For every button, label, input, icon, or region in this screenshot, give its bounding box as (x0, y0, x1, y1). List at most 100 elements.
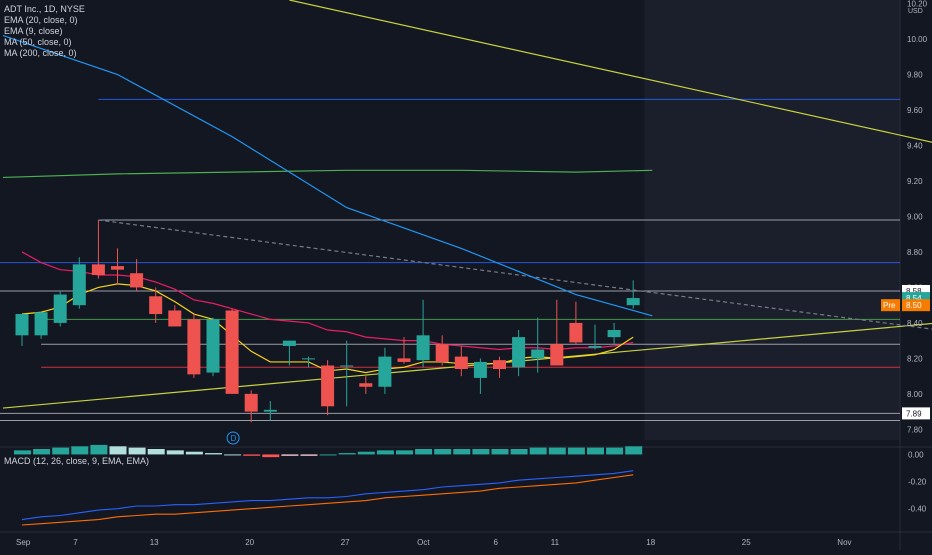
chart-root: D7.808.008.208.408.608.809.009.209.409.6… (0, 0, 932, 550)
macd-hist-bar-14 (281, 454, 299, 456)
macd-hist-bar-1 (33, 449, 51, 455)
candle-body-17 (340, 365, 354, 367)
candle-body-2 (53, 294, 67, 323)
macd-tick-1: -0.20 (908, 478, 927, 487)
ma200-line (2, 169, 653, 179)
macd-hist-bar-31 (606, 447, 624, 455)
macd-hist-bar-26 (510, 449, 528, 455)
macd-hist-bar-19 (376, 450, 394, 455)
candle-body-18 (359, 383, 373, 387)
macd-hist-bar-5 (109, 446, 127, 455)
macd-hist-bar-27 (529, 447, 547, 455)
candle-body-8 (168, 310, 182, 327)
candle-body-21 (416, 335, 430, 361)
price-tick-7: 9.20 (907, 177, 923, 186)
price-tick-0: 7.80 (907, 425, 923, 434)
macd-hist-bar-24 (472, 449, 490, 455)
ema9-legend[interactable]: EMA (9, close) (4, 26, 85, 37)
ma200-legend[interactable]: MA (200, close, 0) (4, 48, 85, 59)
candle-body-5 (111, 266, 124, 270)
time-tick-6: 6 (494, 538, 499, 547)
candle-body-32 (626, 298, 640, 306)
candle-body-25 (493, 360, 506, 370)
candle-body-27 (531, 349, 545, 359)
macd-hist-bar-18 (357, 451, 375, 455)
candle-body-4 (91, 264, 105, 275)
macd-hist-bar-22 (434, 449, 452, 455)
macd-hist-bar-20 (396, 450, 413, 455)
macd-hist-bar-29 (567, 447, 585, 455)
macd-tick-0: 0.00 (908, 450, 924, 459)
price-label-2: 8.50 (906, 301, 922, 310)
price-tick-8: 9.40 (907, 141, 923, 150)
candle-body-14 (282, 340, 296, 346)
price-tick-1: 8.00 (907, 390, 923, 399)
candle-body-3 (72, 264, 86, 306)
macd-hist-bar-4 (90, 444, 108, 455)
macd-hist-bar-30 (587, 447, 604, 455)
candle-body-31 (607, 330, 621, 338)
candle-body-1 (34, 312, 48, 336)
price-tick-9: 9.60 (907, 106, 923, 115)
symbol-title[interactable]: ADT Inc., 1D, NYSE (4, 4, 85, 15)
time-tick-10: Nov (837, 538, 851, 547)
candle-body-28 (550, 344, 564, 366)
candle-body-19 (378, 356, 392, 387)
price-tick-11: 10.00 (907, 35, 928, 44)
indicator-legend: ADT Inc., 1D, NYSE EMA (20, close, 0) EM… (4, 4, 85, 59)
macd-hist-bar-12 (243, 454, 261, 456)
ema20-legend[interactable]: EMA (20, close, 0) (4, 15, 85, 26)
candle-body-15 (302, 358, 315, 360)
macd-hist-bar-2 (52, 447, 70, 455)
signal-line (21, 474, 634, 526)
candle-body-30 (588, 345, 602, 348)
time-tick-7: 11 (551, 538, 560, 547)
macd-hist-bar-28 (548, 447, 566, 455)
macd-hist-bar-25 (491, 449, 509, 455)
time-tick-3: 20 (245, 538, 254, 547)
price-tick-6: 9.00 (907, 212, 923, 221)
candle-body-24 (473, 361, 487, 378)
macd-hist-bar-32 (625, 446, 643, 455)
candle-body-6 (130, 273, 144, 288)
candle-body-16 (321, 365, 335, 407)
candle-body-12 (244, 393, 258, 412)
dividend-marker-label: D (231, 434, 237, 443)
pre-tag-label: Pre (883, 301, 896, 310)
candle-body-9 (187, 319, 201, 375)
time-tick-2: 13 (150, 538, 159, 547)
candle-body-10 (206, 319, 220, 373)
macd-hist-bar-16 (319, 454, 337, 456)
candle-body-13 (263, 409, 277, 412)
candle-body-0 (15, 314, 29, 336)
time-tick-5: Oct (417, 538, 430, 547)
macd-hist-bar-6 (128, 447, 146, 455)
time-tick-8: 18 (646, 538, 655, 547)
macd-hist-bar-23 (453, 449, 471, 455)
macd-hist-bar-15 (300, 454, 318, 456)
macd-hist-bar-13 (262, 454, 280, 458)
currency-label: USD (908, 8, 923, 15)
time-tick-0: Sep (16, 538, 31, 547)
macd-hist-bar-17 (338, 453, 356, 455)
candle-body-23 (454, 356, 468, 370)
price-chart[interactable]: D7.808.008.208.408.608.809.009.209.409.6… (0, 0, 932, 550)
ma50-legend[interactable]: MA (50, close, 0) (4, 37, 85, 48)
macd-hist-bar-7 (147, 449, 165, 455)
time-tick-4: 27 (341, 538, 350, 547)
price-tick-10: 9.80 (907, 71, 923, 80)
price-label-3: 7.89 (906, 409, 922, 418)
price-tick-5: 8.80 (907, 248, 923, 257)
macd-tick-2: -0.40 (908, 505, 927, 514)
candle-body-11 (225, 310, 239, 394)
macd-legend[interactable]: MACD (12, 26, close, 9, EMA, EMA) (4, 456, 149, 466)
macd-line (21, 470, 634, 521)
price-tick-2: 8.20 (907, 354, 923, 363)
macd-hist-bar-3 (71, 446, 89, 455)
macd-hist-bar-11 (224, 454, 242, 456)
time-tick-9: 25 (742, 538, 751, 547)
time-tick-1: 7 (73, 538, 78, 547)
candle-body-29 (569, 322, 583, 343)
macd-hist-bar-10 (205, 453, 222, 455)
macd-hist-bar-8 (166, 450, 184, 455)
